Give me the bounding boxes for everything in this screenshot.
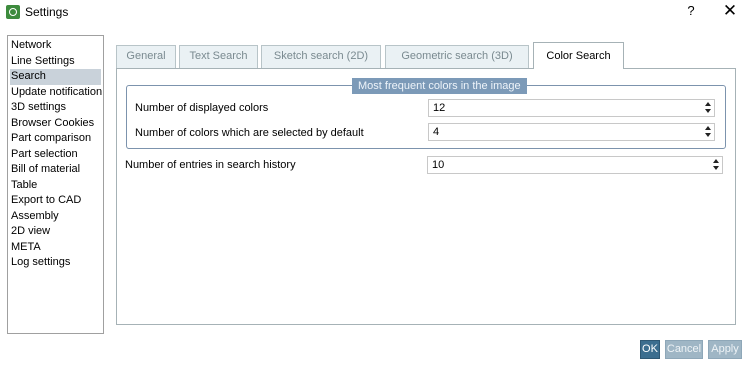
sidebar-item-line-settings[interactable]: Line Settings: [8, 54, 103, 70]
selected-by-default-spinbox[interactable]: 4: [428, 123, 715, 141]
decrement-arrow-icon[interactable]: [703, 132, 713, 139]
title-bar: Settings ? ✕: [0, 0, 750, 24]
ok-button[interactable]: OK: [640, 340, 660, 359]
displayed-colors-value: 12: [433, 102, 446, 114]
sidebar-item-table[interactable]: Table: [8, 178, 103, 194]
history-entries-stepper[interactable]: [711, 158, 721, 172]
help-button[interactable]: ?: [683, 3, 699, 21]
color-search-panel: Most frequent colors in the image Number…: [116, 68, 736, 325]
history-entries-spinbox[interactable]: 10: [427, 156, 723, 174]
history-entries-label: Number of entries in search history: [125, 159, 296, 171]
group-title: Most frequent colors in the image: [352, 78, 527, 94]
tab-color-search[interactable]: Color Search: [533, 42, 624, 69]
sidebar-item-search[interactable]: Search: [10, 69, 101, 85]
window-title: Settings: [25, 5, 69, 19]
app-icon: [6, 5, 20, 19]
sidebar-item-assembly[interactable]: Assembly: [8, 209, 103, 225]
history-entries-value: 10: [432, 159, 445, 171]
displayed-colors-spinbox[interactable]: 12: [428, 99, 715, 117]
settings-category-list[interactable]: Network Line Settings Search Update noti…: [7, 35, 104, 334]
tab-general[interactable]: General: [116, 45, 176, 68]
decrement-arrow-icon[interactable]: [703, 108, 713, 115]
sidebar-item-bill-of-material[interactable]: Bill of material: [8, 162, 103, 178]
search-tabs: General Text Search Sketch search (2D) G…: [116, 42, 736, 69]
sidebar-item-part-comparison[interactable]: Part comparison: [8, 131, 103, 147]
close-button[interactable]: ✕: [718, 1, 742, 21]
decrement-arrow-icon[interactable]: [711, 165, 721, 172]
sidebar-item-export-to-cad[interactable]: Export to CAD: [8, 193, 103, 209]
selected-by-default-label: Number of colors which are selected by d…: [135, 127, 364, 139]
frequent-colors-group: Most frequent colors in the image Number…: [126, 78, 726, 149]
sidebar-item-update-notification[interactable]: Update notification: [8, 85, 103, 101]
displayed-colors-label: Number of displayed colors: [135, 102, 269, 114]
apply-button[interactable]: Apply: [708, 340, 742, 359]
increment-arrow-icon[interactable]: [703, 125, 713, 132]
tab-sketch-search[interactable]: Sketch search (2D): [261, 45, 381, 68]
cancel-button[interactable]: Cancel: [665, 340, 703, 359]
sidebar-item-network[interactable]: Network: [8, 38, 103, 54]
sidebar-item-part-selection[interactable]: Part selection: [8, 147, 103, 163]
increment-arrow-icon[interactable]: [703, 101, 713, 108]
tab-text-search[interactable]: Text Search: [179, 45, 258, 68]
displayed-colors-stepper[interactable]: [703, 101, 713, 115]
sidebar-item-3d-settings[interactable]: 3D settings: [8, 100, 103, 116]
sidebar-item-2d-view[interactable]: 2D view: [8, 224, 103, 240]
sidebar-item-browser-cookies[interactable]: Browser Cookies: [8, 116, 103, 132]
tab-geometric-search[interactable]: Geometric search (3D): [385, 45, 529, 68]
sidebar-item-meta[interactable]: META: [8, 240, 103, 256]
selected-by-default-value: 4: [433, 126, 440, 138]
sidebar-item-log-settings[interactable]: Log settings: [8, 255, 103, 271]
selected-by-default-stepper[interactable]: [703, 125, 713, 139]
increment-arrow-icon[interactable]: [711, 158, 721, 165]
